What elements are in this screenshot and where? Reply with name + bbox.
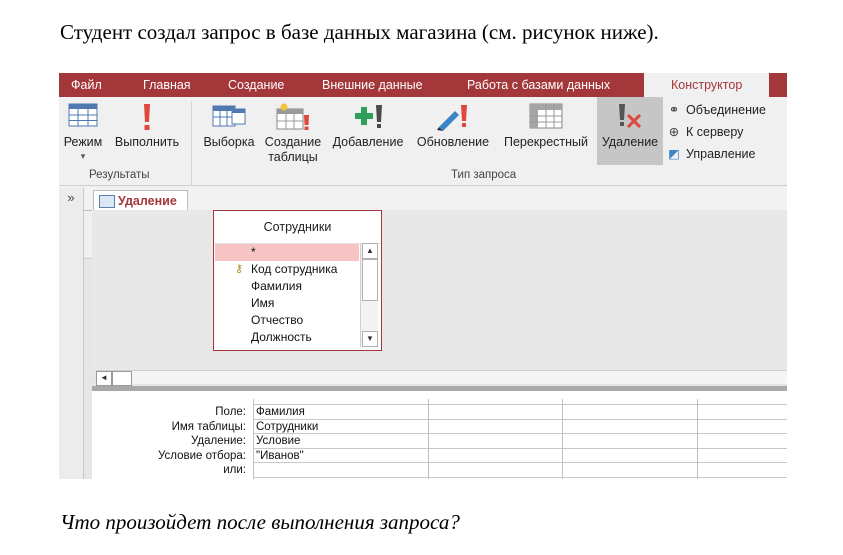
pass-through-label: К серверу [686,125,744,139]
scroll-up-icon[interactable]: ▲ [362,243,378,259]
double-chevron-right-icon: » [67,190,75,205]
document-tab-label: Удаление [118,194,177,208]
field-item-all[interactable]: * [215,244,359,261]
row-label-field: Поле: [215,406,246,418]
grid-line [253,418,787,420]
ribbon-bottom-border [59,185,787,186]
tab-create[interactable]: Создание [228,73,284,97]
query-design-canvas[interactable] [92,210,787,370]
field-item-employee-code[interactable]: ⚷ Код сотрудника [215,261,359,278]
grid-cell-field[interactable]: Фамилия [253,405,305,420]
grid-column-divider [562,399,563,479]
group-label-results: Результаты [89,169,150,181]
access-window: Файл Главная Создание Внешние данные Раб… [59,73,787,479]
view-button[interactable]: Режим ▾ [59,97,107,177]
append-button[interactable]: Добавление [327,97,409,177]
run-button[interactable]: Выполнить [109,97,185,177]
tab-database-tools[interactable]: Работа с базами данных [467,73,610,97]
view-grid-icon [68,103,98,127]
nav-pane-toggle[interactable]: » [59,188,84,479]
field-item-name[interactable]: Имя [215,295,359,312]
tab-design[interactable]: Конструктор [644,73,770,97]
horizontal-scroll-thumb[interactable] [112,371,132,386]
select-query-button[interactable]: Выборка [199,97,259,177]
crosstab-icon [529,103,563,129]
table-field-list-title: Сотрудники [214,211,381,244]
union-rings-icon: ⚭ [668,103,680,117]
delete-query-button[interactable]: Удаление [597,97,663,165]
grid-line [253,433,787,434]
design-grid: Поле: Имя таблицы: Удаление: Условие отб… [92,391,787,479]
row-label-delete: Удаление: [191,435,246,447]
field-item-patronymic[interactable]: Отчество [215,312,359,329]
question-followup: Что произойдет после выполнения запроса? [60,510,460,534]
field-list-scrollbar[interactable]: ▲ ▼ [360,243,378,347]
grid-line [253,462,787,463]
make-table-label-2: таблицы [268,150,318,164]
append-label: Добавление [332,135,404,149]
pass-through-button[interactable]: ⊕ К серверу [667,124,744,139]
group-label-query-type: Тип запроса [451,169,517,181]
document-tab[interactable]: Удаление [93,190,188,211]
data-definition-button[interactable]: ◩ Управление [667,146,756,161]
grid-line [253,404,787,405]
update-label: Обновление [416,135,490,149]
grid-column-divider [253,399,254,479]
menu-bar: Файл Главная Создание Внешние данные Раб… [59,73,787,97]
crosstab-button[interactable]: Перекрестный [497,97,595,177]
update-pencil-icon [437,105,467,131]
delete-query-label: Удаление [601,135,659,149]
primary-key-icon: ⚷ [235,263,244,275]
select-query-label: Выборка [203,135,255,149]
grid-column-divider [697,399,698,479]
view-dropdown-arrow: ▾ [80,151,86,161]
crosstab-label: Перекрестный [503,135,589,149]
grid-cell-table[interactable]: Сотрудники [253,420,318,435]
tab-file[interactable]: Файл [71,73,102,97]
row-label-or: или: [223,464,246,476]
grid-column-divider [428,399,429,479]
field-item-surname[interactable]: Фамилия [215,278,359,295]
exclamation-run-icon [144,104,150,130]
tab-external-data[interactable]: Внешние данные [322,73,423,97]
view-label: Режим [63,135,103,149]
append-icon [355,105,382,128]
table-field-list[interactable]: Сотрудники * ⚷ Код сотрудника Фамилия Имя… [213,210,382,351]
run-label: Выполнить [114,135,180,149]
row-label-table: Имя таблицы: [171,420,246,433]
canvas-horizontal-scrollbar[interactable]: ◄ [96,370,787,386]
globe-icon: ⊕ [668,125,680,139]
group-separator [191,101,192,185]
grid-cell-criteria[interactable]: "Иванов" [253,449,304,464]
data-definition-icon: ◩ [668,147,680,161]
question-text: Студент создал запрос в базе данных мага… [60,20,659,44]
tab-home[interactable]: Главная [143,73,191,97]
query-icon [99,195,115,208]
data-definition-label: Управление [686,147,756,161]
make-table-icon [276,103,309,130]
grid-cell-delete[interactable]: Условие [253,434,300,449]
scroll-down-icon[interactable]: ▼ [362,331,378,347]
scroll-left-icon[interactable]: ◄ [96,371,112,386]
grid-line [253,476,787,478]
select-table-icon [212,105,246,127]
document-tab-bar: Удаление [84,188,787,211]
update-button[interactable]: Обновление [411,97,495,177]
scroll-thumb[interactable] [362,259,378,301]
make-table-button[interactable]: Создание таблицы [261,97,325,185]
union-label: Объединение [686,103,766,117]
field-item-position[interactable]: Должность [215,329,359,346]
union-button[interactable]: ⚭ Объединение [667,102,766,117]
grid-line [253,447,787,449]
make-table-label: Создание [264,135,322,149]
row-label-criteria: Условие отбора: [157,449,246,462]
delete-query-icon [619,104,642,129]
